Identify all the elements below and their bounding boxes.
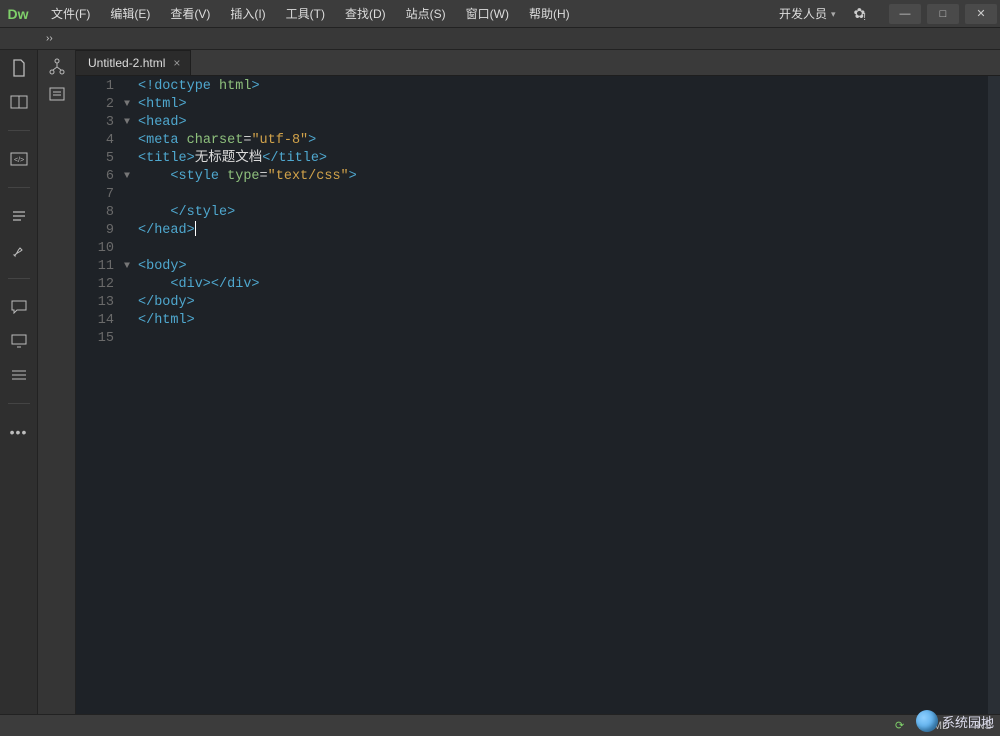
menubar: 文件(F) 编辑(E) 查看(V) 插入(I) 工具(T) 查找(D) 站点(S… <box>42 0 579 27</box>
status-lang-label: HTML <box>918 720 948 732</box>
more-icon[interactable]: ••• <box>9 422 29 442</box>
menu-find[interactable]: 查找(D) <box>336 0 395 27</box>
file-tabbar: Untitled-2.html × <box>76 50 1000 76</box>
sync-icon: ⟳ <box>895 719 904 732</box>
editor-panel: Untitled-2.html × 1 2 3 4 5 6 7 8 9 10 1… <box>76 50 1000 714</box>
menu-insert[interactable]: 插入(I) <box>221 0 274 27</box>
monitor-icon[interactable] <box>9 331 29 351</box>
menu-file[interactable]: 文件(F) <box>42 0 99 27</box>
brush-icon[interactable] <box>9 240 29 260</box>
main-area: </> ••• Untitled- <box>0 50 1000 714</box>
workspace-label: 开发人员 <box>779 4 827 24</box>
dom-tree-icon[interactable] <box>48 58 66 76</box>
status-ins-label: INS <box>974 720 992 732</box>
status-ins[interactable]: INS <box>974 720 992 732</box>
text-cursor <box>195 221 196 236</box>
split-icon[interactable] <box>9 92 29 112</box>
editor-scrollbar[interactable] <box>988 76 1000 714</box>
maximize-button[interactable]: □ <box>927 4 959 24</box>
wand-icon[interactable] <box>9 206 29 226</box>
chevron-down-icon: ⌄ <box>952 720 960 731</box>
comment-icon[interactable] <box>9 297 29 317</box>
menu-site[interactable]: 站点(S) <box>397 0 455 27</box>
close-button[interactable]: ✕ <box>965 4 997 24</box>
fold-column: ▼ ▼ ▼ ▼ <box>120 76 134 714</box>
app-logo: Dw <box>0 0 36 28</box>
code-editor[interactable]: 1 2 3 4 5 6 7 8 9 10 11 12 13 14 15 ▼ ▼ <box>76 76 1000 714</box>
svg-text:</>: </> <box>14 157 24 164</box>
workspace-switcher[interactable]: 开发人员 ▾ <box>771 4 844 24</box>
file-icon[interactable] <box>9 58 29 78</box>
chevron-down-icon: ▾ <box>831 4 836 24</box>
window-controls: — □ ✕ <box>886 4 1000 24</box>
close-tab-icon[interactable]: × <box>173 56 180 70</box>
settings-button[interactable]: ✿! <box>843 5 878 22</box>
line-gutter: 1 2 3 4 5 6 7 8 9 10 11 12 13 14 15 <box>76 76 120 714</box>
status-lang[interactable]: HTML ⌄ <box>918 720 960 732</box>
file-tab-label: Untitled-2.html <box>88 56 165 70</box>
file-tab-active[interactable]: Untitled-2.html × <box>76 50 191 75</box>
alert-icon: ! <box>863 12 866 23</box>
status-sync[interactable]: ⟳ <box>895 719 904 732</box>
document-toolbar: ›› <box>0 28 1000 50</box>
menu-help[interactable]: 帮助(H) <box>520 0 579 27</box>
menu-window[interactable]: 窗口(W) <box>457 0 518 27</box>
left-panel-rail <box>38 50 76 714</box>
menu-view[interactable]: 查看(V) <box>161 0 219 27</box>
code-icon[interactable]: </> <box>9 149 29 169</box>
menu-tools[interactable]: 工具(T) <box>277 0 334 27</box>
left-tool-rail: </> ••• <box>0 50 38 714</box>
snippets-icon[interactable] <box>48 86 66 102</box>
list-icon[interactable] <box>9 365 29 385</box>
statusbar: ⟳ HTML ⌄ INS <box>0 714 1000 736</box>
code-area[interactable]: <!doctype html> <html> <head> <meta char… <box>134 76 1000 714</box>
titlebar: Dw 文件(F) 编辑(E) 查看(V) 插入(I) 工具(T) 查找(D) 站… <box>0 0 1000 28</box>
minimize-button[interactable]: — <box>889 4 921 24</box>
menu-edit[interactable]: 编辑(E) <box>101 0 159 27</box>
doc-toolbar-handle[interactable]: ›› <box>40 30 59 47</box>
